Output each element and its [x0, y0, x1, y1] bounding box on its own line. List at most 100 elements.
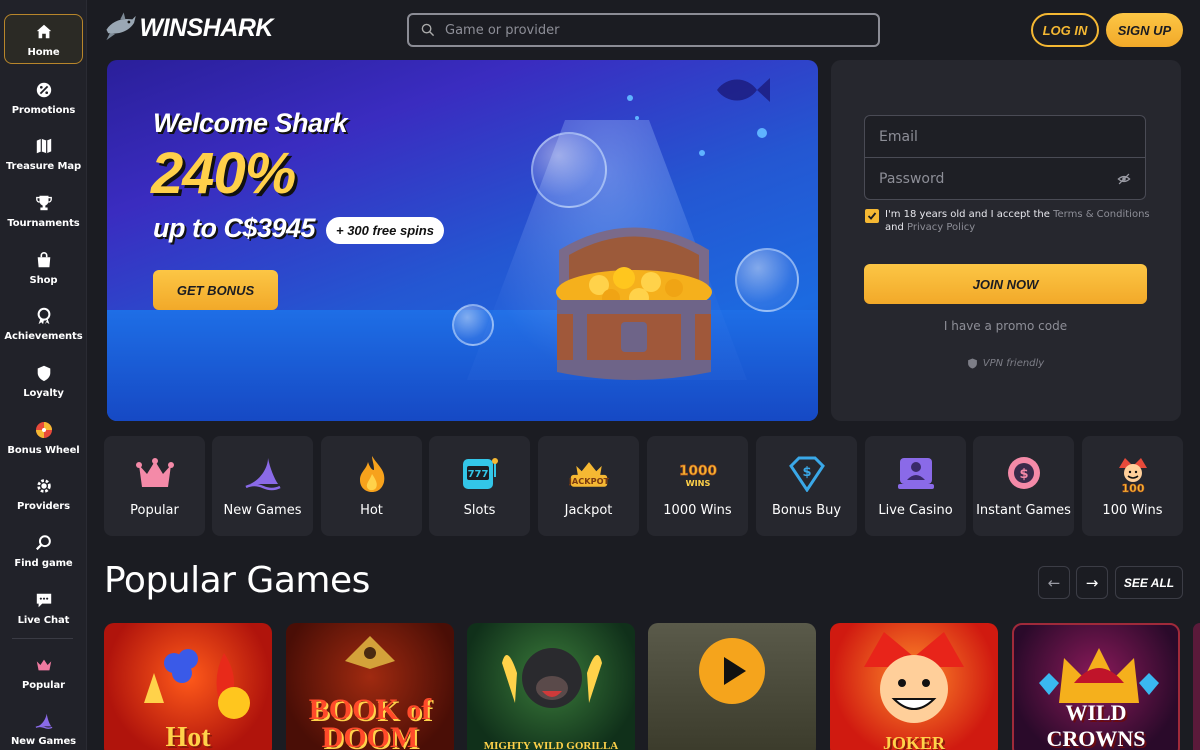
game-title: Hot	[165, 722, 211, 750]
login-button[interactable]: LOG IN	[1031, 13, 1099, 47]
free-spins-badge: + 300 free spins	[326, 217, 444, 244]
see-all-button[interactable]: SEE ALL	[1115, 566, 1183, 599]
game-tile-egyptian[interactable]	[648, 623, 816, 750]
sidebar-item-label: Bonus Wheel	[7, 444, 80, 456]
password-input[interactable]	[879, 170, 1109, 187]
banner-title: Welcome Shark	[153, 108, 348, 138]
book-art	[345, 636, 395, 669]
category-new-games[interactable]: New Games	[212, 436, 313, 536]
banner-percent: 240%	[151, 141, 296, 206]
1000-wins-icon: 1000 WINS	[678, 454, 718, 494]
sidebar-item-label: Find game	[14, 557, 73, 569]
svg-text:$: $	[1019, 467, 1028, 482]
prev-arrow-button[interactable]: ←	[1038, 566, 1070, 599]
email-input[interactable]	[879, 128, 1109, 145]
search-bar[interactable]	[407, 13, 880, 47]
signup-button[interactable]: SIGN UP	[1106, 13, 1183, 47]
category-label: Bonus Buy	[771, 503, 842, 518]
sidebar: Home Promotions Treasure Map Tournaments…	[0, 0, 87, 750]
bubble-decoration	[452, 304, 494, 346]
get-bonus-button[interactable]: GET BONUS	[153, 270, 278, 310]
game-title: JOKER	[882, 733, 945, 750]
category-instant-games[interactable]: $ Instant Games	[973, 436, 1074, 536]
sidebar-divider	[12, 638, 73, 639]
chat-icon	[33, 589, 55, 611]
shark-fin-icon	[33, 710, 55, 732]
medal-icon	[33, 305, 55, 327]
terms-and: and	[885, 222, 907, 233]
category-1000-wins[interactable]: 1000 WINS 1000 Wins	[647, 436, 748, 536]
banner-bonus-amount: up to C$3945	[153, 213, 316, 243]
age-terms-checkbox[interactable]	[865, 209, 879, 223]
category-hot[interactable]: Hot	[321, 436, 422, 536]
category-slots[interactable]: 777 Slots	[429, 436, 530, 536]
sidebar-item-popular[interactable]: Popular	[4, 647, 83, 697]
shield-icon	[967, 358, 977, 369]
svg-text:$: $	[802, 465, 811, 480]
game-tile-book-of-doom[interactable]: BOOK of DOOM	[286, 623, 454, 750]
category-label: Jackpot	[564, 503, 613, 518]
eye-hidden-icon[interactable]	[1117, 172, 1131, 186]
sidebar-item-live-chat[interactable]: Live Chat	[4, 582, 83, 632]
sidebar-item-loyalty[interactable]: Loyalty	[4, 355, 83, 405]
sidebar-item-new-games[interactable]: New Games	[4, 703, 83, 750]
terms-text: I'm 18 years old and I accept the Terms …	[885, 208, 1150, 234]
crown-icon	[33, 654, 55, 676]
game-tile-partial[interactable]	[1193, 623, 1200, 750]
svg-text:JACKPOT: JACKPOT	[569, 476, 609, 486]
map-icon	[33, 135, 55, 157]
sidebar-item-treasure-map[interactable]: Treasure Map	[4, 128, 83, 178]
category-label: Hot	[360, 503, 383, 518]
sidebar-item-providers[interactable]: Providers	[4, 468, 83, 518]
search-input[interactable]	[445, 22, 845, 38]
home-icon	[33, 21, 55, 43]
category-label: Instant Games	[976, 503, 1071, 518]
play-icon[interactable]	[698, 637, 766, 705]
instant-games-icon: $	[1004, 454, 1044, 494]
category-100-wins[interactable]: 100 100 Wins	[1082, 436, 1183, 536]
category-label: 1000 Wins	[663, 503, 732, 518]
sidebar-item-bonus-wheel[interactable]: Bonus Wheel	[4, 412, 83, 462]
fish-silhouette-icon	[717, 78, 770, 102]
game-tile-mighty-wild-gorilla[interactable]: MIGHTY WILD GORILLA	[467, 623, 635, 750]
game-tile-joker[interactable]: JOKER	[830, 623, 998, 750]
sidebar-item-home[interactable]: Home	[4, 14, 83, 64]
game-title: BOOK of DOOM	[308, 693, 432, 750]
sidebar-item-label: Shop	[29, 274, 58, 286]
password-field[interactable]	[864, 157, 1146, 200]
svg-text:WINS: WINS	[685, 478, 710, 488]
category-jackpot[interactable]: JACKPOT Jackpot	[538, 436, 639, 536]
category-live-casino[interactable]: Live Casino	[865, 436, 966, 536]
welcome-banner[interactable]: Welcome Shark 240% up to C$3945 + 300 fr…	[107, 60, 818, 421]
join-now-button[interactable]: JOIN NOW	[864, 264, 1147, 304]
registration-panel: I'm 18 years old and I accept the Terms …	[831, 60, 1181, 421]
game-title: MIGHTY WILD GORILLA	[483, 740, 619, 750]
email-field[interactable]	[864, 115, 1146, 158]
sidebar-item-find-game[interactable]: Find game	[4, 525, 83, 575]
category-bonus-buy[interactable]: $ Bonus Buy	[756, 436, 857, 536]
treasure-chest-illustration	[556, 227, 712, 380]
game-tile-wild-crowns[interactable]: WILD CROWNS	[1012, 623, 1180, 750]
bubble-dot	[699, 150, 705, 156]
game-tile-hot[interactable]: Hot	[104, 623, 272, 750]
shark-logo-icon	[106, 12, 136, 41]
sidebar-item-promotions[interactable]: Promotions	[4, 72, 83, 122]
slot-machine-icon: 777	[460, 454, 500, 494]
sidebar-item-achievements[interactable]: Achievements	[4, 298, 83, 348]
category-label: Slots	[463, 503, 496, 518]
logo[interactable]: WINSHARK	[103, 6, 273, 50]
sidebar-item-label: Popular	[22, 679, 65, 691]
sidebar-item-shop[interactable]: Shop	[4, 242, 83, 292]
vpn-friendly-note: VPN friendly	[864, 358, 1147, 369]
promo-code-link[interactable]: I have a promo code	[864, 319, 1147, 333]
section-title: Popular Games	[104, 560, 370, 601]
sidebar-item-tournaments[interactable]: Tournaments	[4, 185, 83, 235]
jackpot-icon: JACKPOT	[569, 454, 609, 494]
privacy-policy-link[interactable]: Privacy Policy	[907, 222, 975, 233]
next-arrow-button[interactable]: →	[1076, 566, 1108, 599]
bag-icon	[33, 249, 55, 271]
search-icon	[33, 532, 55, 554]
category-popular[interactable]: Popular	[104, 436, 205, 536]
terms-link[interactable]: Terms & Conditions	[1053, 209, 1150, 220]
percent-icon	[33, 79, 55, 101]
